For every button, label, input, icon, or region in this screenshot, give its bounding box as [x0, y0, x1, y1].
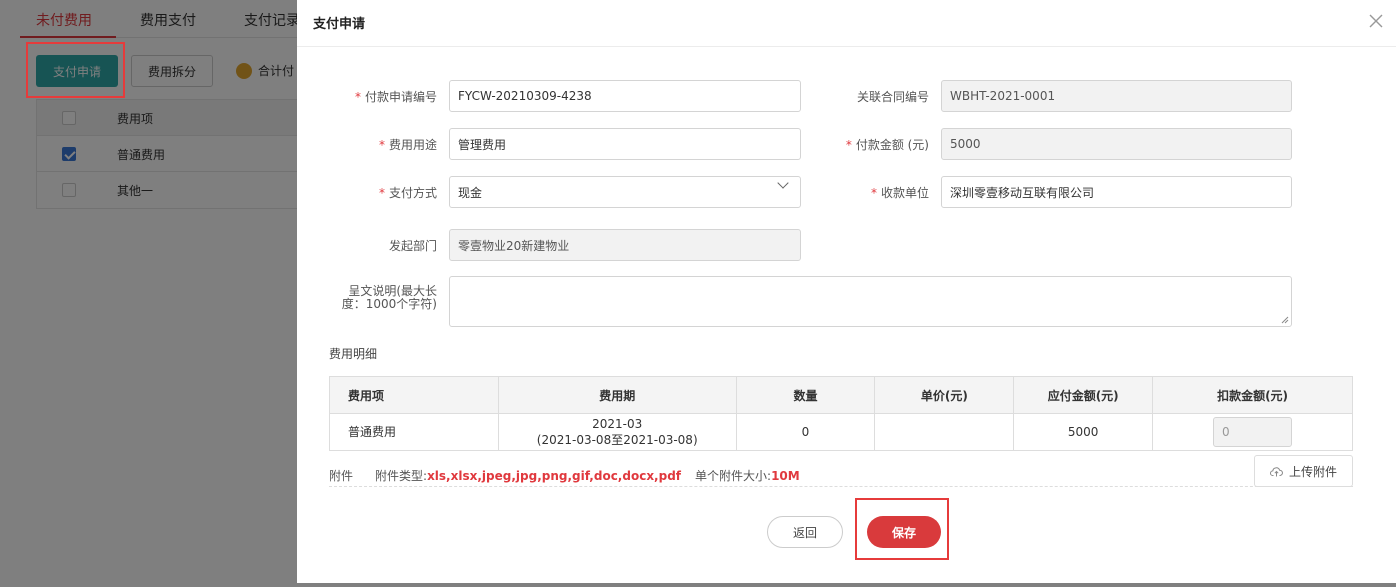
- upload-attachment-button[interactable]: 上传附件: [1254, 455, 1353, 487]
- payment-no-label: * 付款申请编号: [354, 90, 437, 104]
- cell-fee-period: 2021-03 (2021-03-08至2021-03-08): [497, 413, 737, 451]
- attachment-size-label: 单个附件大小:: [695, 469, 772, 483]
- cell-quantity: 0: [735, 413, 876, 451]
- dialog-header: 支付申请: [297, 0, 1396, 47]
- payment-request-dialog: 支付申请 *付款申请编号 关联合同编号 *费用用途 *付款金额 (元) *支付方…: [297, 0, 1396, 583]
- attachment-divider: [329, 486, 1353, 487]
- col-quantity: 数量: [735, 376, 876, 414]
- col-deduction: 扣款金额(元): [1152, 376, 1353, 414]
- col-payable: 应付金额(元): [1013, 376, 1154, 414]
- fee-detail-table: 费用项 费用期 数量 单价(元) 应付金额(元) 扣款金额(元) 普通费用 20…: [329, 376, 1353, 451]
- amount-input: [941, 128, 1292, 160]
- col-fee-item: 费用项: [329, 376, 499, 414]
- payee-input[interactable]: [941, 176, 1292, 208]
- payee-label: * 收款单位: [870, 186, 929, 200]
- highlight-box-save: [855, 498, 949, 560]
- close-icon[interactable]: [1367, 12, 1385, 30]
- attachment-types-label: 附件类型:: [375, 469, 428, 483]
- upload-button-label: 上传附件: [1288, 464, 1337, 479]
- memo-label: 呈文说明(最大长 度：1000个字符): [341, 284, 437, 311]
- attachment-info: 附件 附件类型: xls,xlsx,jpeg,jpg,png,gif,doc,d…: [329, 467, 800, 484]
- attachment-size-value: 10M: [771, 468, 800, 483]
- usage-label: * 费用用途: [378, 138, 437, 152]
- deduction-input: [1213, 417, 1293, 447]
- col-unit-price: 单价(元): [874, 376, 1015, 414]
- highlight-box-apply: [26, 42, 125, 98]
- cloud-upload-icon: [1270, 466, 1283, 476]
- cell-payable: 5000: [1013, 413, 1154, 451]
- dept-label: 发起部门: [388, 239, 437, 253]
- dialog-title: 支付申请: [313, 17, 366, 32]
- resize-grip-icon[interactable]: [1281, 316, 1289, 324]
- usage-input[interactable]: [449, 128, 801, 160]
- payment-method-select[interactable]: [449, 176, 801, 208]
- back-button[interactable]: 返回: [767, 516, 843, 548]
- memo-textarea[interactable]: [449, 276, 1292, 327]
- col-fee-period: 费用期: [497, 376, 737, 414]
- table-row: 普通费用 2021-03 (2021-03-08至2021-03-08) 0 5…: [329, 413, 1353, 451]
- method-label: * 支付方式: [378, 186, 437, 200]
- cell-fee-item: 普通费用: [329, 413, 499, 451]
- contract-no-input: [941, 80, 1292, 112]
- contract-no-label: 关联合同编号: [856, 90, 929, 104]
- dept-input: [449, 229, 801, 261]
- attachment-label: 附件: [329, 469, 354, 483]
- payment-no-input[interactable]: [449, 80, 801, 112]
- cell-deduction: [1152, 413, 1353, 451]
- table-header-row: 费用项 费用期 数量 单价(元) 应付金额(元) 扣款金额(元): [329, 376, 1353, 414]
- detail-section-title: 费用明细: [329, 347, 378, 361]
- amount-label: * 付款金额 (元): [845, 138, 929, 152]
- cell-unit-price: [874, 413, 1015, 451]
- attachment-types-value: xls,xlsx,jpeg,jpg,png,gif,doc,docx,pdf: [427, 468, 682, 483]
